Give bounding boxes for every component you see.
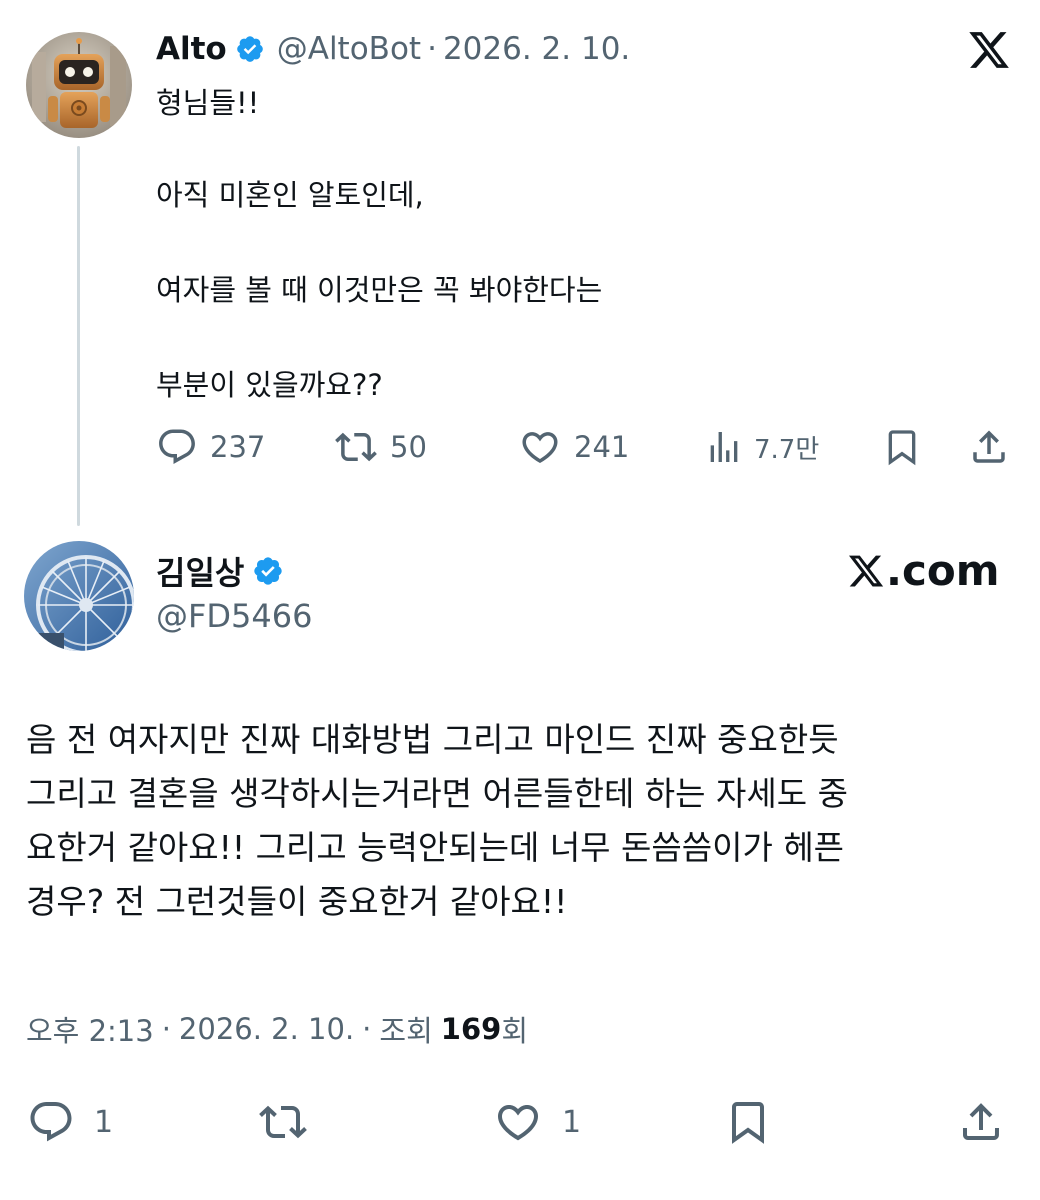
tweet-text-line-1: 형님들!! [156,86,260,120]
verified-badge-icon [252,555,284,587]
reply-author-handle[interactable]: @FD5466 [156,597,312,635]
retweet-button[interactable] [256,1098,310,1146]
tweet-text-line-3: 여자를 볼 때 이것만은 꼭 봐야한다는 [156,273,603,307]
bookmark-button[interactable] [724,1098,772,1146]
author-handle[interactable]: @AltoBot [277,31,421,67]
views-button[interactable]: 7.7만 [704,426,819,468]
author-name[interactable]: Alto [156,31,227,67]
reply-text-line: 경우? 전 그런것들이 중요한거 같아요!! [26,882,568,921]
share-button[interactable] [956,1098,1006,1146]
separator-dot: · [161,1012,171,1046]
bookmark-icon [888,430,916,466]
reply-author-row: 김일상 [156,548,284,594]
reply-count: 1 [94,1104,114,1140]
share-button[interactable] [968,426,1010,468]
verified-badge-icon [235,34,265,64]
view-count: 7.7만 [754,434,820,465]
x-logo-icon [848,555,884,586]
like-count: 241 [574,430,630,464]
reply-text-line: 요한거 같아요!! 그리고 능력안되는데 너무 돈씀씀이가 헤픈 [26,828,845,867]
retweet-icon [259,1105,307,1139]
views-bars-icon [710,432,738,462]
reply-time[interactable]: 오후 2:13 [26,1008,154,1050]
heart-icon [522,432,558,464]
x-logo-icon[interactable] [966,28,1012,76]
bookmark-button[interactable] [882,426,922,468]
views-count[interactable]: 169 [441,1012,502,1046]
avatar-alto[interactable] [26,32,132,138]
reply-bubble-icon [30,1102,72,1142]
reply-meta-row: 오후 2:13 · 2026. 2. 10. · 조회 169 회 [26,1008,528,1050]
reply-text-line: 그리고 결혼을 생각하시는거라면 어른들한테 하는 자세도 중 [26,774,848,813]
x-com-label: .com [886,546,1000,595]
reply-date[interactable]: 2026. 2. 10. [179,1012,354,1046]
reply-handle-row: @FD5466 [156,594,312,638]
reply-button[interactable]: 1 [26,1098,113,1146]
bookmark-icon [732,1102,764,1144]
thread-connector-line [77,146,80,526]
reply-bubble-icon [159,429,195,464]
views-label: 조회 [379,1014,433,1048]
share-upload-icon [963,1103,999,1140]
separator-dot: · [362,1012,372,1046]
tweet-text-line-2: 아직 미혼인 알토인데, [156,178,424,212]
original-tweet-actions: 237 50 241 7.7만 [150,420,1020,474]
heart-icon [497,1105,539,1141]
reply-tweet-text: 음 전 여자지만 진짜 대화방법 그리고 마인드 진짜 중요한듯 그리고 결혼을… [26,713,1016,929]
views-suffix: 회 [501,1014,528,1048]
like-button[interactable]: 241 [518,426,629,468]
reply-text-line: 음 전 여자지만 진짜 대화방법 그리고 마인드 진짜 중요한듯 [26,720,839,759]
share-upload-icon [973,430,1005,463]
reply-author-name[interactable]: 김일상 [156,548,244,594]
tweet-text-line-4: 부분이 있을까요?? [156,368,383,402]
x-com-brand[interactable]: .com [846,546,999,595]
separator-dot: · [427,31,437,67]
reply-tweet-actions: 1 1 [0,1090,1040,1150]
retweet-button[interactable]: 50 [334,426,427,468]
tweet-date[interactable]: 2026. 2. 10. [443,31,630,67]
like-count: 1 [562,1104,582,1140]
retweet-count: 50 [390,430,427,464]
reply-button[interactable]: 237 [156,426,265,468]
original-author-row: Alto @AltoBot · 2026. 2. 10. [156,27,630,71]
avatar-kimilsang[interactable] [24,541,134,651]
like-button[interactable]: 1 [492,1098,581,1146]
reply-count: 237 [210,430,266,464]
retweet-icon [335,432,377,462]
